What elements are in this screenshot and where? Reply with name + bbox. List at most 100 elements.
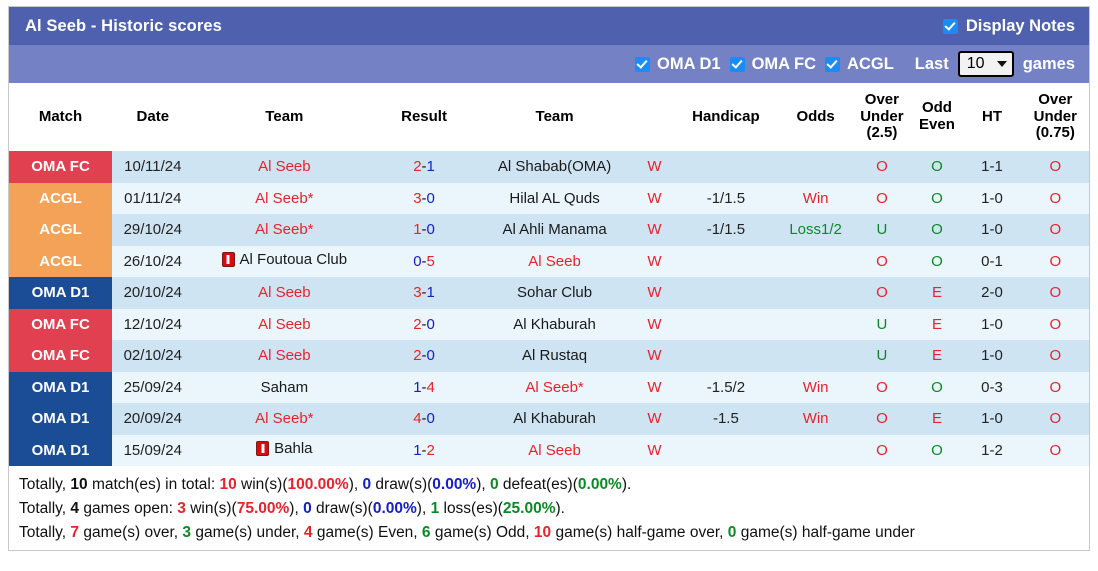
away-team-cell[interactable]: Al Khaburah bbox=[472, 308, 637, 340]
col-header-over-under-25[interactable]: Over Under (2.5) bbox=[852, 83, 912, 151]
away-team[interactable]: Al Rustaq bbox=[522, 347, 587, 364]
home-team-cell[interactable]: Al Seeb bbox=[193, 277, 376, 309]
match-result[interactable]: 0-5 bbox=[375, 245, 473, 277]
filter-acgl[interactable]: ACGL bbox=[825, 55, 894, 74]
games-count-select[interactable]: 10 bbox=[957, 51, 1014, 77]
col-header-ht[interactable]: HT bbox=[962, 83, 1022, 151]
home-team[interactable]: Al Seeb* bbox=[255, 410, 313, 427]
home-team-cell[interactable]: Al Foutoua Club bbox=[193, 245, 376, 277]
col-header-handicap[interactable]: Handicap bbox=[672, 83, 779, 151]
away-team[interactable]: Al Shabab(OMA) bbox=[498, 158, 611, 175]
away-team[interactable]: Al Khaburah bbox=[513, 410, 596, 427]
col-header-over-under-075[interactable]: Over Under (0.75) bbox=[1021, 83, 1089, 151]
league-badge[interactable]: OMA D1 bbox=[9, 371, 112, 403]
table-row[interactable]: ACGL 26/10/24 Al Foutoua Club 0-5 Al Seeb W O O… bbox=[9, 245, 1089, 277]
away-team[interactable]: Hilal AL Quds bbox=[509, 190, 599, 207]
acgl-checkbox[interactable] bbox=[825, 56, 841, 72]
col-header-away-team[interactable]: Team bbox=[472, 83, 637, 151]
away-team-cell[interactable]: Al Shabab(OMA) bbox=[472, 151, 637, 183]
home-team[interactable]: Bahla bbox=[256, 440, 313, 457]
table-row[interactable]: OMA FC 12/10/24 Al Seeb 2-0 Al Khaburah W U E 1-… bbox=[9, 308, 1089, 340]
match-result[interactable]: 2-1 bbox=[375, 151, 473, 183]
col-header-home-team[interactable]: Team bbox=[193, 83, 376, 151]
league-badge[interactable]: OMA D1 bbox=[9, 277, 112, 309]
away-team[interactable]: Al Seeb bbox=[528, 442, 581, 459]
col-header-date[interactable]: Date bbox=[112, 83, 194, 151]
league-badge[interactable]: ACGL bbox=[9, 214, 112, 246]
league-badge[interactable]: OMA FC bbox=[9, 308, 112, 340]
table-row[interactable]: ACGL 29/10/24 Al Seeb* 1-0 Al Ahli Manama W -1… bbox=[9, 214, 1089, 246]
league-badge-cell[interactable]: OMA D1 bbox=[9, 277, 112, 309]
col-header-match[interactable]: Match bbox=[9, 83, 112, 151]
home-team-cell[interactable]: Al Seeb* bbox=[193, 182, 376, 214]
away-team-cell[interactable]: Al Seeb bbox=[472, 245, 637, 277]
match-result[interactable]: 3-1 bbox=[375, 277, 473, 309]
home-team[interactable]: Saham bbox=[261, 379, 309, 396]
home-team[interactable]: Al Seeb* bbox=[255, 190, 313, 207]
away-team-cell[interactable]: Al Khaburah bbox=[472, 403, 637, 435]
home-team-cell[interactable]: Al Seeb bbox=[193, 308, 376, 340]
league-badge-cell[interactable]: OMA FC bbox=[9, 308, 112, 340]
home-team[interactable]: Al Seeb bbox=[258, 158, 311, 175]
home-team-cell[interactable]: Al Seeb bbox=[193, 340, 376, 372]
col-header-odds[interactable]: Odds bbox=[778, 83, 853, 151]
league-badge-cell[interactable]: OMA D1 bbox=[9, 403, 112, 435]
away-team-cell[interactable]: Al Rustaq bbox=[472, 340, 637, 372]
league-badge[interactable]: ACGL bbox=[9, 182, 112, 214]
home-team[interactable]: Al Seeb bbox=[258, 284, 311, 301]
away-team[interactable]: Sohar Club bbox=[517, 284, 592, 301]
filter-oma-d1[interactable]: OMA D1 bbox=[635, 55, 721, 74]
table-row[interactable]: OMA FC 10/11/24 Al Seeb 2-1 Al Shabab(OMA) W O… bbox=[9, 151, 1089, 183]
home-team-cell[interactable]: Al Seeb* bbox=[193, 214, 376, 246]
home-team-cell[interactable]: Al Seeb* bbox=[193, 403, 376, 435]
league-badge-cell[interactable]: OMA D1 bbox=[9, 371, 112, 403]
match-result[interactable]: 1-4 bbox=[375, 371, 473, 403]
away-team-cell[interactable]: Al Seeb bbox=[472, 434, 637, 466]
league-badge-cell[interactable]: OMA FC bbox=[9, 151, 112, 183]
away-team[interactable]: Al Khaburah bbox=[513, 316, 596, 333]
league-badge-cell[interactable]: OMA D1 bbox=[9, 434, 112, 466]
away-team[interactable]: Al Seeb bbox=[528, 253, 581, 270]
home-team-cell[interactable]: Bahla bbox=[193, 434, 376, 466]
league-badge[interactable]: ACGL bbox=[9, 245, 112, 277]
table-row[interactable]: OMA FC 02/10/24 Al Seeb 2-0 Al Rustaq W U E 1-0 O bbox=[9, 340, 1089, 372]
league-badge-cell[interactable]: ACGL bbox=[9, 245, 112, 277]
oma-d1-checkbox[interactable] bbox=[635, 56, 650, 72]
match-result[interactable]: 3-0 bbox=[375, 182, 473, 214]
away-team-cell[interactable]: Hilal AL Quds bbox=[472, 182, 637, 214]
away-team-cell[interactable]: Al Ahli Manama bbox=[472, 214, 637, 246]
league-badge-cell[interactable]: ACGL bbox=[9, 214, 112, 246]
match-result[interactable]: 4-0 bbox=[375, 403, 473, 435]
home-team-cell[interactable]: Saham bbox=[193, 371, 376, 403]
away-team[interactable]: Al Seeb* bbox=[525, 379, 583, 396]
display-notes-control[interactable]: Display Notes bbox=[942, 17, 1075, 36]
away-team-cell[interactable]: Sohar Club bbox=[472, 277, 637, 309]
home-team[interactable]: Al Foutoua Club bbox=[221, 251, 347, 268]
home-team[interactable]: Al Seeb bbox=[258, 347, 311, 364]
away-team-cell[interactable]: Al Seeb* bbox=[472, 371, 637, 403]
league-badge-cell[interactable]: OMA FC bbox=[9, 340, 112, 372]
col-header-result[interactable]: Result bbox=[375, 83, 473, 151]
display-notes-checkbox[interactable] bbox=[942, 18, 958, 34]
match-result[interactable]: 1-2 bbox=[375, 434, 473, 466]
league-badge[interactable]: OMA FC bbox=[9, 151, 112, 183]
league-badge[interactable]: OMA FC bbox=[9, 340, 112, 372]
oma-fc-checkbox[interactable] bbox=[729, 56, 745, 72]
table-row[interactable]: OMA D1 25/09/24 Saham 1-4 Al Seeb* W -1.5/2 Win… bbox=[9, 371, 1089, 403]
home-team[interactable]: Al Seeb* bbox=[255, 221, 313, 238]
table-row[interactable]: OMA D1 15/09/24 Bahla 1-2 Al Seeb W O O 1-2 O bbox=[9, 434, 1089, 466]
league-badge-cell[interactable]: ACGL bbox=[9, 182, 112, 214]
match-result[interactable]: 1-0 bbox=[375, 214, 473, 246]
away-team[interactable]: Al Ahli Manama bbox=[502, 221, 606, 238]
league-badge[interactable]: OMA D1 bbox=[9, 434, 112, 466]
table-row[interactable]: OMA D1 20/10/24 Al Seeb 3-1 Sohar Club W O E 2-0… bbox=[9, 277, 1089, 309]
table-row[interactable]: OMA D1 20/09/24 Al Seeb* 4-0 Al Khaburah W -1.… bbox=[9, 403, 1089, 435]
col-header-odd-even[interactable]: Odd Even bbox=[911, 83, 963, 151]
table-row[interactable]: ACGL 01/11/24 Al Seeb* 3-0 Hilal AL Quds W -1/… bbox=[9, 182, 1089, 214]
home-team-cell[interactable]: Al Seeb bbox=[193, 151, 376, 183]
league-badge[interactable]: OMA D1 bbox=[9, 403, 112, 435]
filter-oma-fc[interactable]: OMA FC bbox=[729, 55, 816, 74]
match-result[interactable]: 2-0 bbox=[375, 308, 473, 340]
home-team[interactable]: Al Seeb bbox=[258, 316, 311, 333]
match-result[interactable]: 2-0 bbox=[375, 340, 473, 372]
